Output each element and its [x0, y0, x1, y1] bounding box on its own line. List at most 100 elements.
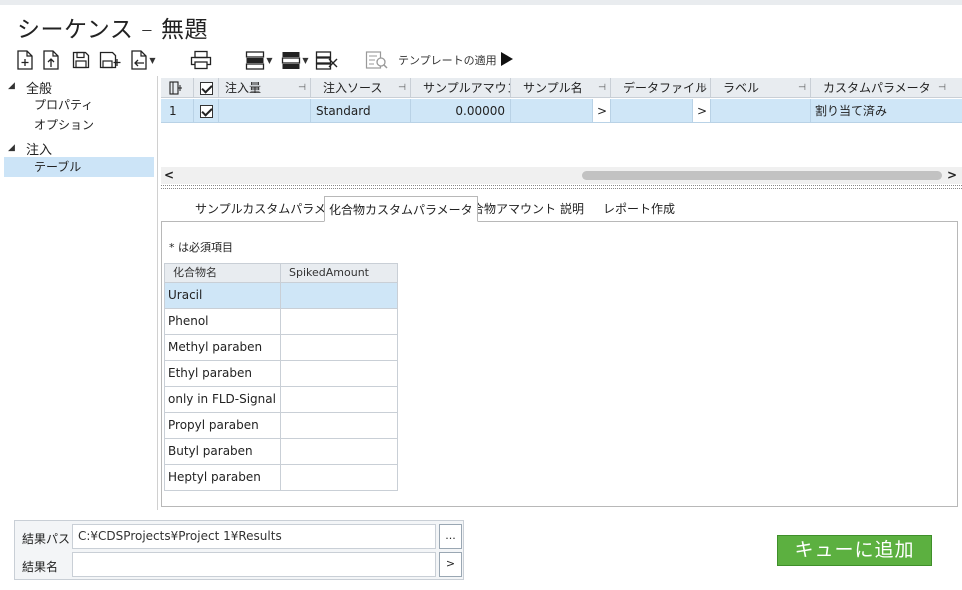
cell-compound-name[interactable]: only in FLD-Signal: [164, 387, 281, 413]
cell-compound-name[interactable]: Propyl paraben: [164, 413, 281, 439]
pin-icon[interactable]: ⊣: [938, 78, 946, 98]
delete-row-icon[interactable]: ▼: [278, 47, 312, 73]
table-row[interactable]: 1 Standard 0.00000 > > 割り当て済み: [161, 99, 962, 123]
table-row[interactable]: Methyl paraben: [164, 335, 398, 361]
tab-description[interactable]: 説明: [556, 196, 588, 222]
table-row[interactable]: Uracil: [164, 283, 398, 309]
cell-compound-name[interactable]: Butyl paraben: [164, 439, 281, 465]
cell-injection-source[interactable]: Standard: [311, 99, 411, 123]
cell-spiked-amount[interactable]: [280, 387, 398, 413]
collapse-general-icon[interactable]: ◢: [8, 81, 15, 91]
save-as-icon[interactable]: [98, 47, 122, 73]
template-icon[interactable]: [364, 47, 390, 73]
pin-icon[interactable]: ⊣: [398, 78, 406, 98]
save-icon[interactable]: [70, 47, 92, 73]
sample-name-browse-button[interactable]: >: [593, 99, 611, 123]
cell-spiked-amount[interactable]: [280, 283, 398, 309]
table-row[interactable]: Phenol: [164, 309, 398, 335]
row-index: 1: [161, 99, 194, 123]
cell-spiked-amount[interactable]: [280, 413, 398, 439]
table-row[interactable]: Ethyl paraben: [164, 361, 398, 387]
table-row[interactable]: only in FLD-Signal: [164, 387, 398, 413]
cell-sample-amount[interactable]: 0.00000: [411, 99, 511, 123]
cell-compound-name[interactable]: Uracil: [164, 283, 281, 309]
tree-item-properties[interactable]: プロパティ: [34, 96, 93, 113]
import-icon[interactable]: [40, 47, 62, 73]
scroll-right-arrow[interactable]: >: [947, 168, 957, 182]
select-all-checkbox[interactable]: [194, 78, 219, 98]
scroll-thumb[interactable]: [582, 171, 942, 180]
result-path-label: 結果パス: [22, 532, 71, 546]
result-name-expand-button[interactable]: >: [439, 552, 462, 577]
column-label: 注入量: [225, 81, 262, 95]
pin-icon[interactable]: ⊣: [798, 78, 806, 98]
tree-node-general[interactable]: 全般: [26, 78, 52, 97]
pin-icon[interactable]: ⊣: [698, 78, 706, 98]
tree-node-injection[interactable]: 注入: [26, 139, 52, 158]
add-to-queue-button[interactable]: キューに追加: [777, 535, 932, 566]
column-label: サンプルアマウン: [423, 81, 511, 95]
insert-row-dropdown-caret[interactable]: ▼: [266, 56, 272, 65]
column-label: 注入ソース: [323, 81, 383, 95]
tree-item-options[interactable]: オプション: [34, 116, 94, 133]
table-row[interactable]: Propyl paraben: [164, 413, 398, 439]
toolbar: ▼ ▼ ▼ テンプレートの適用: [14, 47, 614, 73]
cell-compound-name[interactable]: Heptyl paraben: [164, 465, 281, 491]
result-path-browse-button[interactable]: ...: [439, 524, 462, 549]
cell-injection-volume[interactable]: [219, 99, 311, 123]
results-settings: 結果パス C:¥CDSProjects¥Project 1¥Results ..…: [14, 520, 464, 580]
delete-row-dropdown-caret[interactable]: ▼: [302, 56, 308, 65]
compound-custom-params-panel: * は必須項目 化合物名 SpikedAmount Uracil Phenol …: [161, 221, 958, 507]
column-header-data-file[interactable]: データファイル ⊣: [611, 78, 711, 98]
cell-spiked-amount[interactable]: [280, 309, 398, 335]
export-icon[interactable]: ▼: [126, 47, 160, 73]
cell-spiked-amount[interactable]: [280, 465, 398, 491]
window-title: シーケンス – 無題: [17, 17, 208, 43]
cell-spiked-amount[interactable]: [280, 361, 398, 387]
column-label: データファイル: [623, 81, 708, 95]
cell-custom-params[interactable]: 割り当て済み: [811, 99, 962, 123]
pin-icon[interactable]: ⊣: [298, 78, 306, 98]
tab-reporting[interactable]: レポート作成: [599, 196, 679, 222]
column-header-label[interactable]: ラベル ⊣: [711, 78, 811, 98]
panel-splitter[interactable]: [161, 185, 962, 189]
cell-compound-name[interactable]: Phenol: [164, 309, 281, 335]
cell-spiked-amount[interactable]: [280, 335, 398, 361]
tree-item-table[interactable]: テーブル: [34, 158, 81, 175]
clear-rows-icon[interactable]: [314, 47, 340, 73]
data-file-browse-button[interactable]: >: [693, 99, 711, 123]
insert-row-icon[interactable]: ▼: [242, 47, 276, 73]
collapse-injection-icon[interactable]: ◢: [8, 143, 15, 153]
column-header-compound-name[interactable]: 化合物名: [164, 263, 281, 283]
column-header-custom-params[interactable]: カスタムパラメータ ⊣: [811, 78, 962, 98]
column-header-spiked-amount[interactable]: SpikedAmount: [280, 263, 398, 283]
navigation-tree: ◢ 全般 プロパティ オプション ◢ 注入 テーブル: [4, 76, 156, 508]
print-icon[interactable]: [188, 47, 214, 73]
cell-compound-name[interactable]: Methyl paraben: [164, 335, 281, 361]
column-label: カスタムパラメータ: [823, 81, 931, 95]
pin-icon[interactable]: ⊣: [598, 78, 606, 98]
horizontal-scrollbar[interactable]: < >: [161, 167, 962, 184]
export-dropdown-caret[interactable]: ▼: [149, 56, 155, 65]
column-header-sample-name[interactable]: サンプル名 ⊣: [511, 78, 611, 98]
scroll-left-arrow[interactable]: <: [164, 168, 174, 182]
new-file-icon[interactable]: [14, 47, 36, 73]
table-row[interactable]: Heptyl paraben: [164, 465, 398, 491]
required-fields-note: * は必須項目: [169, 241, 233, 254]
column-header-sample-amount[interactable]: サンプルアマウン: [411, 78, 511, 98]
cell-data-file[interactable]: [611, 99, 693, 123]
column-chooser-icon[interactable]: [161, 78, 194, 98]
result-name-field[interactable]: [72, 552, 436, 577]
cell-label[interactable]: [711, 99, 811, 123]
result-path-field[interactable]: C:¥CDSProjects¥Project 1¥Results: [72, 524, 436, 549]
tab-compound-custom-params[interactable]: 化合物カスタムパラメータ: [324, 196, 478, 222]
column-header-injection-volume[interactable]: 注入量 ⊣: [219, 78, 311, 98]
cell-spiked-amount[interactable]: [280, 439, 398, 465]
column-header-injection-source[interactable]: 注入ソース ⊣: [311, 78, 411, 98]
table-row[interactable]: Butyl paraben: [164, 439, 398, 465]
play-icon[interactable]: [500, 51, 514, 70]
cell-sample-name[interactable]: [511, 99, 593, 123]
cell-compound-name[interactable]: Ethyl paraben: [164, 361, 281, 387]
apply-template-label[interactable]: テンプレートの適用: [398, 52, 497, 68]
row-checkbox[interactable]: [194, 99, 219, 123]
